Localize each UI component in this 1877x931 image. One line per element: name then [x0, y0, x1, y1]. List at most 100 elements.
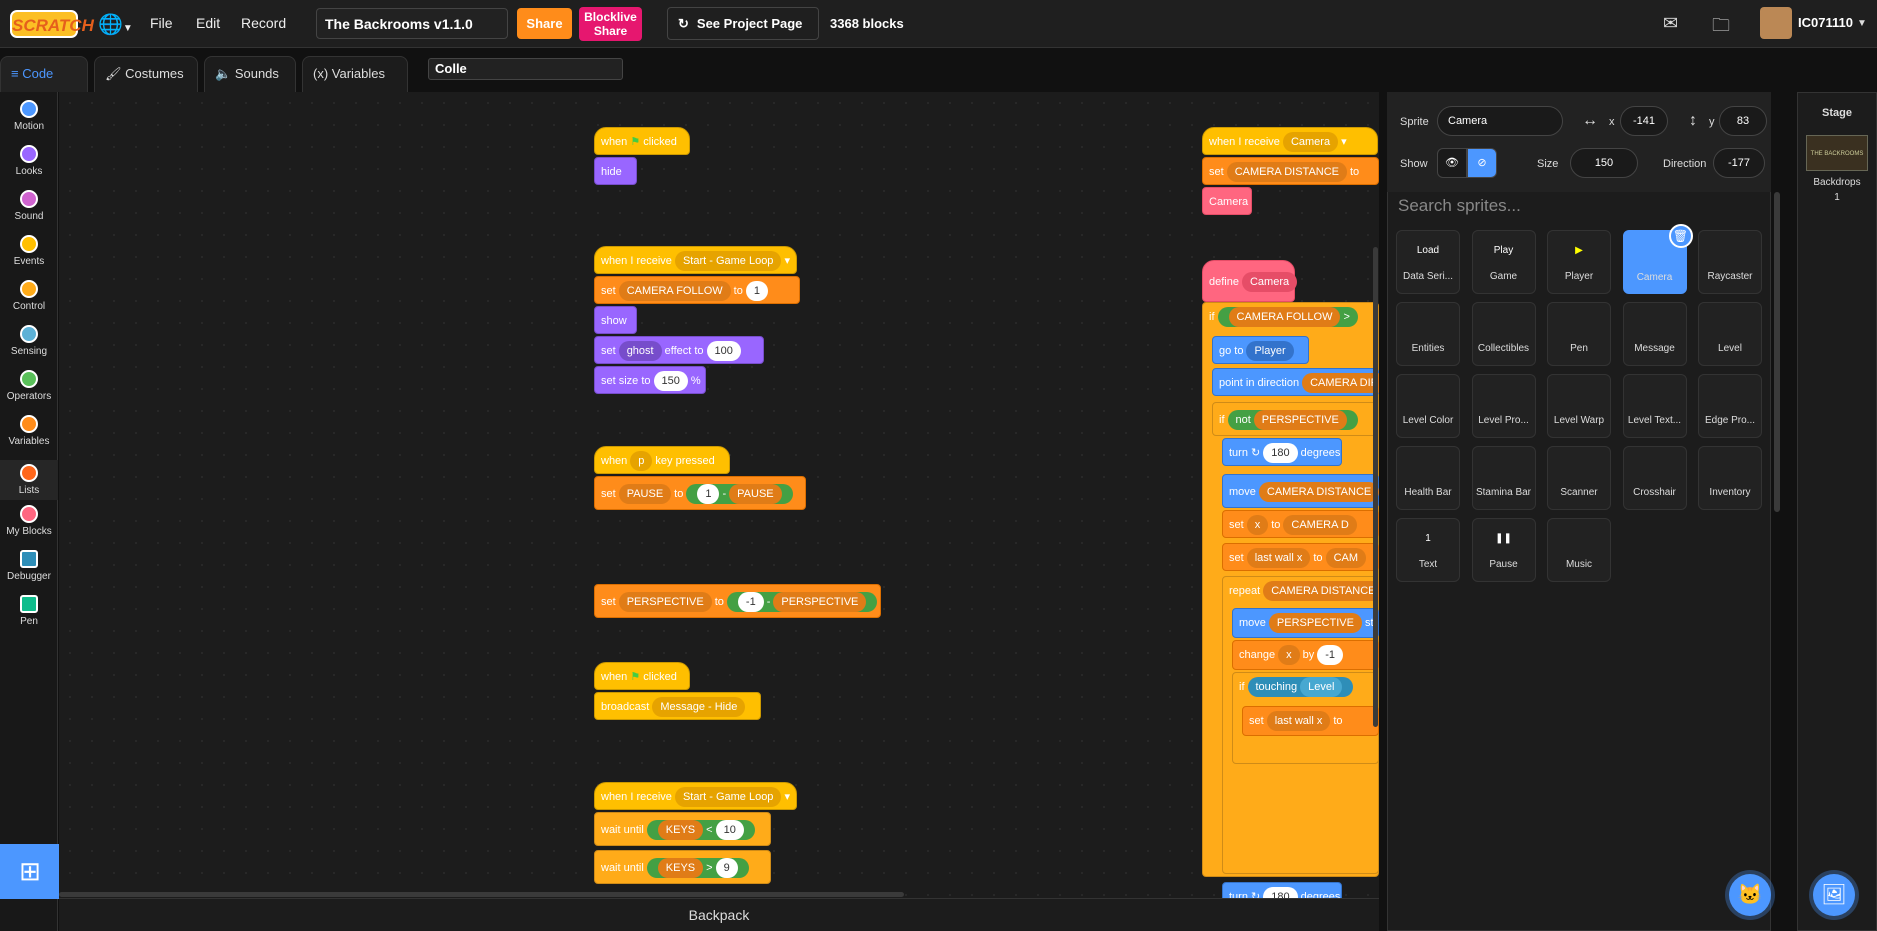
less-than-operator[interactable]: KEYS <10	[646, 820, 755, 840]
add-extension-button[interactable]: ⊞	[0, 844, 60, 899]
sprite-tile[interactable]: Load Data Seri...	[1396, 230, 1460, 294]
sprite-list-scrollbar[interactable]	[1774, 192, 1780, 512]
category-events[interactable]: Events	[0, 235, 58, 267]
message-dropdown[interactable]: Start - Game Loop	[674, 787, 782, 807]
x-input[interactable]: -141	[1620, 106, 1668, 136]
avatar[interactable]	[1760, 7, 1792, 39]
greater-than-operator[interactable]: KEYS >9	[646, 858, 749, 878]
set-x-block[interactable]: set x to CAMERA D	[1222, 510, 1379, 538]
value-input[interactable]: 10	[715, 820, 744, 840]
sprite-name-input[interactable]: Camera	[1437, 106, 1563, 136]
horizontal-scrollbar[interactable]	[59, 892, 904, 897]
variable-dropdown[interactable]: last wall x	[1266, 711, 1331, 731]
turn-block[interactable]: turn ↻ 180 degrees	[1222, 882, 1342, 898]
variable-dropdown[interactable]: PAUSE	[618, 484, 672, 504]
file-menu[interactable]: File	[150, 15, 173, 31]
target-dropdown[interactable]: Level	[1300, 677, 1343, 697]
wait-until-block[interactable]: wait until KEYS <10	[594, 812, 771, 846]
share-button[interactable]: Share	[517, 8, 572, 39]
broadcast-block[interactable]: broadcast Message - Hide	[594, 692, 761, 720]
variable-dropdown[interactable]: CAMERA DISTANCE	[1226, 162, 1347, 182]
code-search-input[interactable]: Colle	[428, 58, 623, 80]
variable-reporter[interactable]: CAMERA DISTANCE	[1258, 482, 1379, 502]
if-not-block[interactable]: if not PERSPECTIVE	[1212, 402, 1379, 436]
stage-thumbnail[interactable]: THE BACKROOMS	[1806, 135, 1868, 171]
go-to-block[interactable]: go to Player	[1212, 336, 1309, 364]
backpack[interactable]: Backpack	[59, 898, 1379, 931]
variable-reporter[interactable]: KEYS	[657, 820, 704, 840]
set-last-wall-block[interactable]: set last wall x to	[1242, 706, 1379, 736]
sprite-tile[interactable]: Level	[1698, 302, 1762, 366]
value-input[interactable]: 9	[715, 858, 738, 878]
language-globe-icon[interactable]: 🌐▼	[98, 12, 133, 37]
target-dropdown[interactable]: Player	[1246, 341, 1294, 361]
hide-eye-icon[interactable]: ⊘	[1467, 148, 1497, 178]
see-project-page-button[interactable]: ↻ See Project Page	[667, 7, 819, 40]
when-key-pressed-block[interactable]: when p key pressed	[594, 446, 730, 474]
sprite-tile[interactable]: ▶ Player	[1547, 230, 1611, 294]
sprite-tile[interactable]: Level Warp	[1547, 374, 1611, 438]
variable-dropdown[interactable]: PERSPECTIVE	[618, 592, 712, 612]
when-flag-clicked-block[interactable]: when ⚑ clicked	[594, 662, 690, 690]
variable-reporter[interactable]: CAM	[1325, 548, 1367, 568]
value-input[interactable]: -1	[737, 592, 764, 612]
y-input[interactable]: 83	[1719, 106, 1767, 136]
stage-pane[interactable]: Stage THE BACKROOMS Backdrops 1	[1797, 92, 1877, 931]
sprite-tile[interactable]: 1 Text	[1396, 518, 1460, 582]
choose-backdrop-button[interactable]: 🖼	[1813, 874, 1855, 916]
turn-block[interactable]: turn ↻ 180 degrees	[1222, 438, 1342, 466]
chevron-down-icon[interactable]: ▼	[1857, 18, 1867, 29]
sprite-tile[interactable]: Crosshair	[1622, 446, 1687, 510]
category-looks[interactable]: Looks	[0, 145, 58, 177]
sprite-tile[interactable]: Pen	[1547, 302, 1611, 366]
category-operators[interactable]: Operators	[0, 370, 58, 402]
sprite-tile[interactable]: Play Game	[1471, 230, 1536, 294]
size-input[interactable]: 150	[1570, 148, 1638, 178]
wait-until-block[interactable]: wait until KEYS >9	[594, 850, 771, 884]
set-variable-block[interactable]: set CAMERA DISTANCE to	[1202, 157, 1379, 185]
define-camera-block[interactable]: define Camera	[1202, 260, 1298, 302]
sprite-tile[interactable]: Inventory	[1698, 446, 1762, 510]
sprite-tile[interactable]: Camera 🗑	[1622, 224, 1693, 294]
sprite-tile[interactable]: Health Bar	[1396, 446, 1460, 510]
sprite-tile[interactable]: Raycaster	[1698, 230, 1762, 294]
tab-sounds[interactable]: 🔈 Sounds	[204, 56, 296, 92]
scratch-logo[interactable]: SCRATCH	[10, 10, 94, 38]
category-control[interactable]: Control	[0, 280, 58, 312]
variable-reporter[interactable]: CAMERA DIR	[1302, 373, 1379, 393]
when-flag-clicked-block[interactable]: when ⚑ clicked	[594, 127, 690, 155]
category-sound[interactable]: Sound	[0, 190, 58, 222]
variable-reporter[interactable]: PAUSE	[729, 484, 782, 504]
delete-sprite-icon[interactable]: 🗑	[1668, 224, 1693, 248]
variable-reporter[interactable]: PERSPECTIVE	[1268, 613, 1362, 633]
value-input[interactable]: -1	[1317, 645, 1343, 665]
message-dropdown[interactable]: Camera	[1282, 132, 1339, 152]
edit-menu[interactable]: Edit	[196, 15, 220, 31]
set-perspective-block[interactable]: set PERSPECTIVE to -1- PERSPECTIVE	[594, 584, 881, 618]
sprite-tile[interactable]: Message	[1622, 302, 1687, 366]
not-operator[interactable]: not PERSPECTIVE	[1227, 410, 1358, 430]
point-in-direction-block[interactable]: point in direction CAMERA DIR	[1212, 368, 1379, 396]
variable-dropdown[interactable]: x	[1246, 515, 1269, 535]
set-effect-block[interactable]: set ghost effect to 100	[594, 336, 764, 364]
sprite-tile[interactable]: Music	[1547, 518, 1611, 582]
sprite-tile[interactable]: Stamina Bar	[1471, 446, 1536, 510]
variable-dropdown[interactable]: CAMERA FOLLOW	[618, 281, 731, 301]
sprite-tile[interactable]: Edge Pro...	[1698, 374, 1762, 438]
sprite-tile[interactable]: ❚❚ Pause	[1471, 518, 1536, 582]
set-size-block[interactable]: set size to 150%	[594, 366, 706, 394]
when-i-receive-block[interactable]: when I receive Camera ▾	[1202, 127, 1378, 155]
change-x-block[interactable]: change x by -1	[1232, 640, 1379, 670]
variable-reporter[interactable]: CAMERA DISTANCE	[1263, 581, 1379, 601]
username[interactable]: IC071110	[1798, 15, 1853, 30]
set-pause-block[interactable]: set PAUSE to 1- PAUSE	[594, 476, 806, 510]
sprite-tile[interactable]: Level Pro...	[1471, 374, 1536, 438]
when-i-receive-block[interactable]: when I receive Start - Game Loop ▾	[594, 246, 797, 274]
sprite-search-input[interactable]: Search sprites...	[1390, 192, 1766, 222]
variable-reporter[interactable]: PERSPECTIVE	[1253, 410, 1347, 430]
variable-dropdown[interactable]: x	[1278, 645, 1300, 665]
effect-dropdown[interactable]: ghost	[618, 341, 662, 361]
value-input[interactable]: 1	[745, 281, 768, 301]
when-i-receive-block[interactable]: when I receive Start - Game Loop ▾	[594, 782, 797, 810]
code-workspace[interactable]: when ⚑ clicked hide when I receive Start …	[59, 92, 1379, 898]
